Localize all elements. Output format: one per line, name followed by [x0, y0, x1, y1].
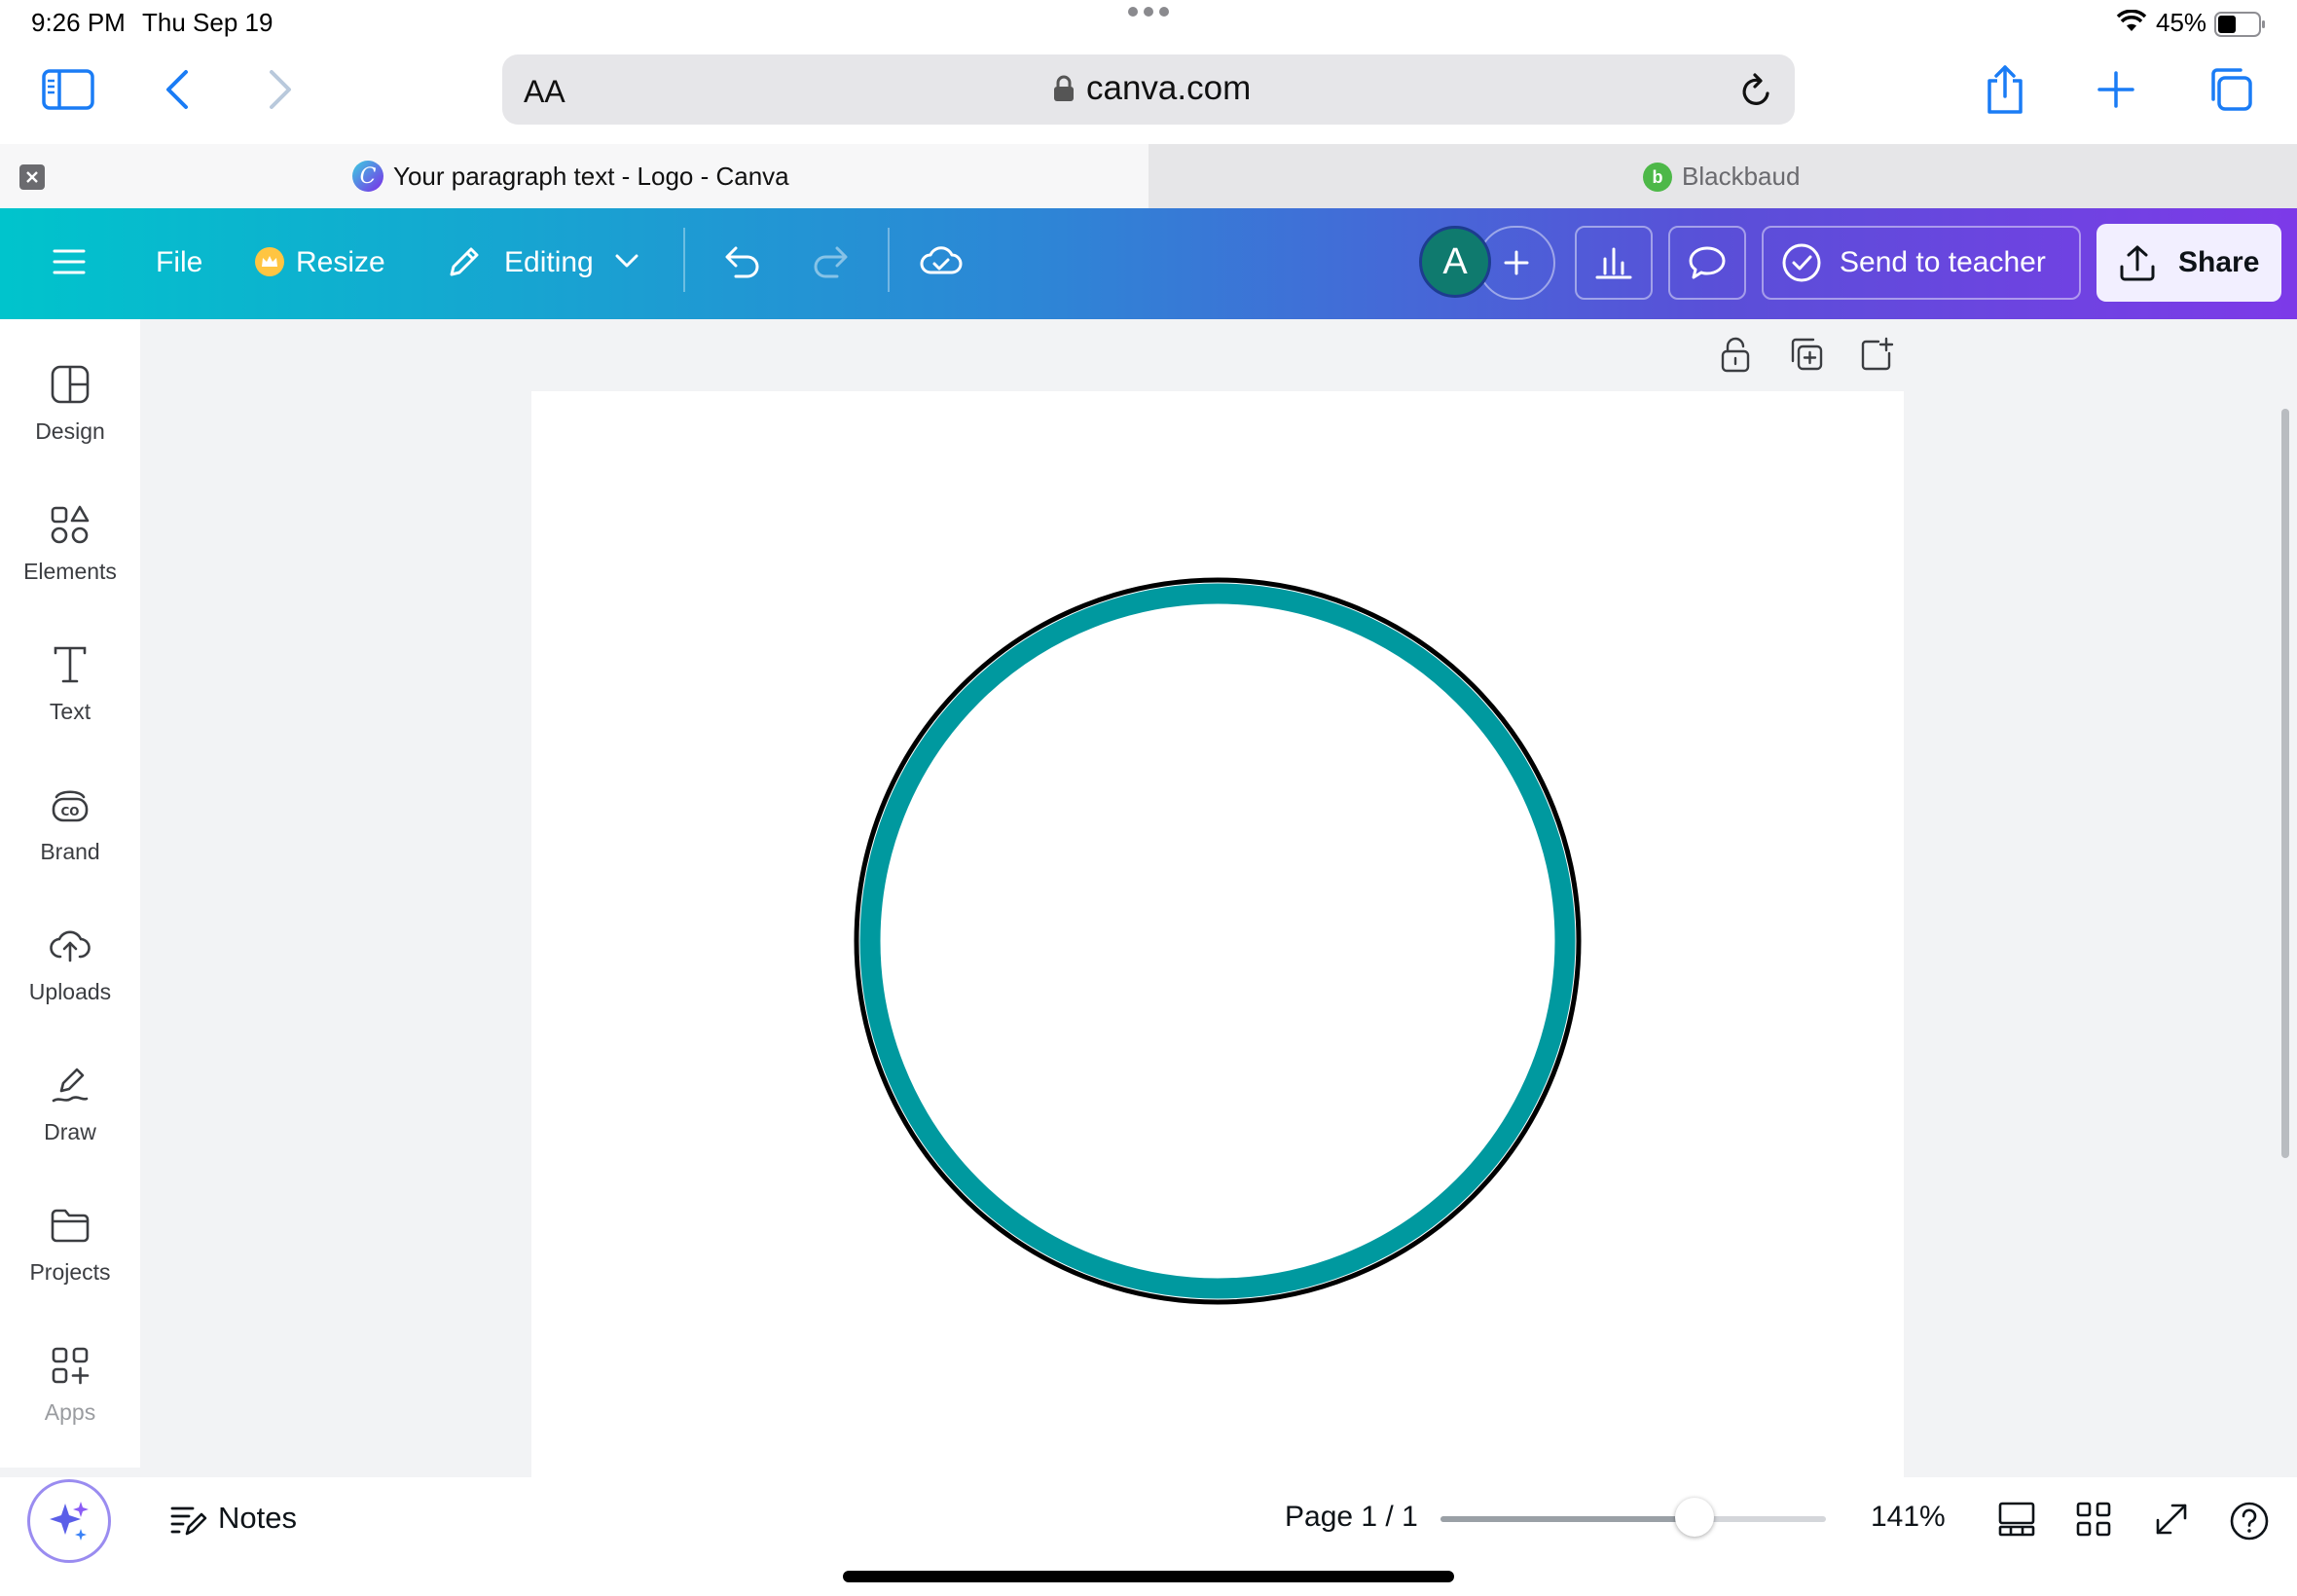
sidebar-item-label: Uploads [28, 979, 112, 1004]
zoom-slider-fill [1440, 1516, 1695, 1522]
tab-blackbaud[interactable]: Blackbaud [1682, 162, 1800, 192]
projects-icon [50, 1203, 91, 1248]
sparkle-icon [50, 1502, 89, 1541]
share-button[interactable]: Share [2096, 224, 2281, 302]
home-indicator [843, 1571, 1454, 1582]
svg-text:CO: CO [60, 805, 79, 818]
undo-icon[interactable] [720, 243, 761, 280]
sidebar-item-label: Elements [23, 559, 117, 584]
status-time: 9:26 PM [31, 8, 126, 37]
notes-button[interactable]: Notes [218, 1501, 297, 1536]
insights-button[interactable] [1575, 226, 1653, 300]
brand-icon: CO [51, 782, 90, 827]
lock-page-icon[interactable] [1719, 337, 1752, 374]
header-divider [683, 228, 685, 292]
elements-icon [51, 502, 90, 547]
lock-icon [1053, 75, 1075, 102]
cloud-saved-icon[interactable] [919, 241, 964, 280]
share-sheet-icon[interactable] [1978, 62, 2032, 117]
apps-icon [51, 1343, 90, 1388]
editing-mode-button[interactable]: Editing [504, 246, 594, 279]
page-view-icon[interactable] [1997, 1501, 2036, 1538]
crown-icon [255, 247, 284, 276]
redo-icon[interactable] [812, 243, 853, 280]
upload-share-icon [2120, 245, 2155, 281]
forward-icon[interactable] [253, 62, 308, 117]
text-icon [53, 642, 88, 687]
sidebar-item-elements[interactable]: Elements [0, 459, 140, 596]
sidebar-item-projects[interactable]: Projects [0, 1160, 140, 1296]
pencil-icon[interactable] [446, 243, 483, 280]
comment-icon [1689, 246, 1726, 279]
battery-icon [2214, 12, 2267, 37]
menu-icon[interactable] [53, 247, 86, 276]
check-circle-icon [1782, 243, 1821, 282]
send-to-teacher-button[interactable]: Send to teacher [1762, 226, 2081, 300]
tab-title[interactable]: Your paragraph text - Logo - Canva [393, 162, 789, 192]
fullscreen-icon[interactable] [2153, 1501, 2190, 1538]
add-page-icon[interactable] [1859, 337, 1894, 372]
sidebar-item-label: Design [35, 418, 105, 444]
file-menu-button[interactable]: File [156, 246, 202, 279]
resize-button[interactable]: Resize [296, 246, 385, 279]
status-date: Thu Sep 19 [142, 8, 273, 37]
sidebar-item-apps[interactable]: Apps [0, 1300, 140, 1436]
grid-view-icon[interactable] [2075, 1501, 2112, 1538]
comment-button[interactable] [1668, 226, 1746, 300]
share-label: Share [2178, 246, 2260, 278]
multitasking-dots-icon[interactable] [1125, 4, 1172, 19]
zoom-level[interactable]: 141% [1871, 1501, 1946, 1534]
bar-chart-icon [1595, 247, 1632, 279]
uploads-icon [49, 923, 91, 967]
header-divider [888, 228, 890, 292]
sidebar-item-uploads[interactable]: Uploads [0, 880, 140, 1016]
wifi-icon [2116, 10, 2147, 33]
sidebar-item-label: Brand [40, 839, 100, 864]
duplicate-page-icon[interactable] [1789, 337, 1824, 372]
side-panel: Design Elements Text CO Brand Uploads Dr… [0, 319, 140, 1468]
sidebar-item-text[interactable]: Text [0, 599, 140, 736]
sidebar-item-label: Draw [44, 1119, 96, 1144]
url-text[interactable]: canva.com [1086, 69, 1251, 108]
page-indicator[interactable]: Page 1 / 1 [1285, 1501, 1418, 1534]
logo-ring-element[interactable] [853, 576, 1583, 1306]
back-icon[interactable] [150, 62, 204, 117]
sidebar-item-label: Apps [44, 1399, 96, 1425]
sidebar-item-label: Text [49, 699, 91, 724]
draw-icon [50, 1063, 91, 1107]
avatar[interactable]: A [1419, 226, 1491, 298]
design-icon [51, 362, 90, 407]
help-icon[interactable] [2229, 1501, 2270, 1542]
blackbaud-favicon-icon: b [1643, 163, 1672, 192]
battery-percent: 45% [2156, 8, 2207, 37]
sidebar-item-brand[interactable]: CO Brand [0, 740, 140, 876]
sidebar-item-draw[interactable]: Draw [0, 1020, 140, 1156]
vertical-scrollbar[interactable] [2281, 409, 2289, 1158]
reader-aa-button[interactable]: AA [524, 74, 565, 110]
close-tab-icon[interactable] [19, 164, 45, 190]
magic-assistant-button[interactable] [27, 1479, 111, 1563]
canva-favicon-icon: C [352, 161, 383, 192]
sidebar-item-label: Projects [29, 1259, 111, 1285]
reload-icon[interactable] [1738, 72, 1773, 109]
sidebar-item-design[interactable]: Design [0, 319, 140, 455]
tab-overview-icon[interactable] [2204, 62, 2258, 117]
chevron-down-icon[interactable] [613, 251, 640, 271]
send-to-teacher-label: Send to teacher [1840, 246, 2046, 278]
sidebar-toggle-icon[interactable] [41, 62, 95, 117]
notes-icon[interactable] [169, 1503, 208, 1538]
new-tab-icon[interactable] [2089, 62, 2143, 117]
